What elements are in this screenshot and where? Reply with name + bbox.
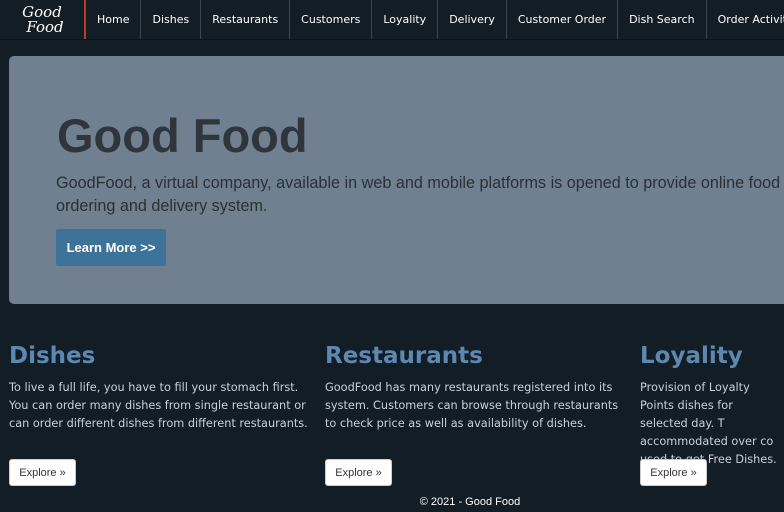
- section-text: To live a full life, you have to fill yo…: [9, 381, 308, 430]
- section-text: Provision of Loyalty Points dishes for s…: [640, 381, 777, 466]
- nav-item-dish-search[interactable]: Dish Search: [618, 0, 707, 39]
- hero-description: GoodFood, a virtual company, available i…: [56, 174, 781, 215]
- nav-item-dishes[interactable]: Dishes: [141, 0, 202, 39]
- explore-dishes-button[interactable]: Explore »: [9, 459, 76, 486]
- section-text: GoodFood has many restaurants registered…: [325, 381, 619, 430]
- explore-loyality-button[interactable]: Explore »: [640, 459, 707, 486]
- navbar: Good Food Home Dishes Restaurants Custom…: [0, 0, 784, 40]
- brand-line-2: Food: [26, 17, 64, 36]
- explore-restaurants-button[interactable]: Explore »: [325, 459, 392, 486]
- nav-item-loyality[interactable]: Loyality: [372, 0, 439, 39]
- nav-item-delivery[interactable]: Delivery: [438, 0, 507, 39]
- hero-title: Good Food: [57, 109, 308, 162]
- nav-item-customers[interactable]: Customers: [290, 0, 373, 39]
- section-restaurants: Restaurants GoodFood has many restaurant…: [325, 343, 625, 486]
- brand-logo[interactable]: Good Food: [0, 0, 86, 39]
- nav-item-customer-order[interactable]: Customer Order: [507, 0, 619, 39]
- learn-more-button[interactable]: Learn More >>: [56, 229, 166, 266]
- footer-copyright: © 2021 - Good Food: [419, 496, 521, 508]
- section-title: Loyality: [640, 343, 743, 369]
- section-loyality: Loyality Provision of Loyalty Points dis…: [640, 343, 784, 503]
- hero-banner: Good Food GoodFood, a virtual company, a…: [9, 56, 784, 304]
- nav-item-restaurants[interactable]: Restaurants: [201, 0, 291, 39]
- section-dishes: Dishes To live a full life, you have to …: [9, 343, 309, 486]
- section-title: Restaurants: [325, 343, 483, 369]
- nav-item-order-activity[interactable]: Order Activity: [707, 0, 784, 39]
- section-title: Dishes: [9, 343, 96, 369]
- nav-item-home[interactable]: Home: [86, 0, 142, 39]
